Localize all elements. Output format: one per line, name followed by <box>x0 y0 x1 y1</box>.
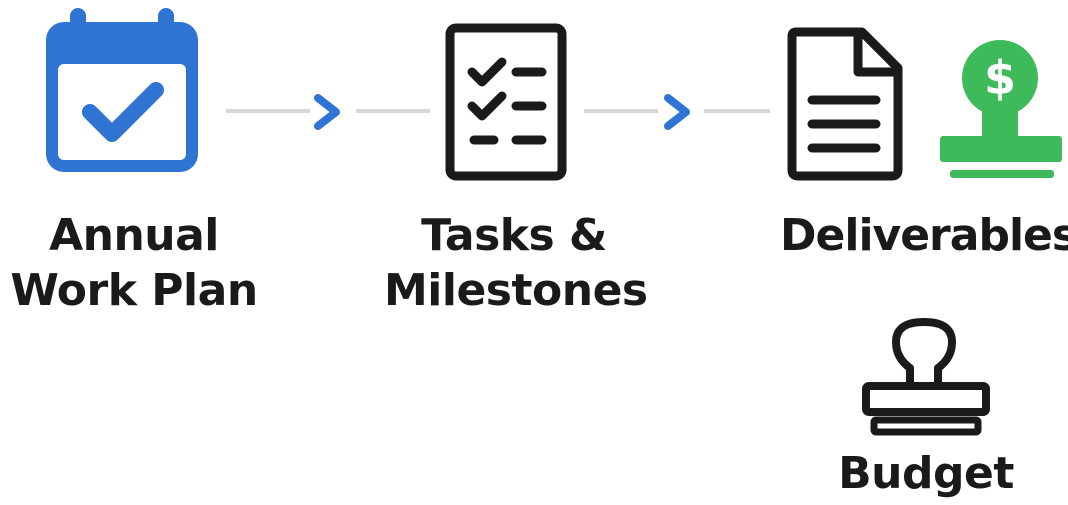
checklist-icon <box>445 23 567 181</box>
step-label-tasks-milestones: Tasks & Milestones <box>384 208 648 318</box>
chevron-right-icon <box>314 94 340 130</box>
label-line: Tasks & <box>421 210 607 261</box>
budget-label: Budget <box>826 446 1026 501</box>
label-line: Annual <box>49 210 219 261</box>
dollar-stamp-icon: $ <box>940 40 1062 178</box>
label-line: Work Plan <box>10 265 258 316</box>
svg-text:$: $ <box>984 51 1016 105</box>
step-label-annual-work-plan: Annual Work Plan <box>6 208 262 318</box>
label-line: Budget <box>838 448 1014 499</box>
connector-line <box>584 109 658 113</box>
step-label-deliverables: Deliverables <box>780 208 1068 263</box>
calendar-check-icon <box>46 8 198 172</box>
label-line: Milestones <box>384 265 648 316</box>
document-icon <box>787 27 903 181</box>
label-line: Deliverables <box>780 210 1068 261</box>
connector-line <box>226 109 310 113</box>
chevron-right-icon <box>664 94 690 130</box>
connector-line <box>356 109 430 113</box>
stamp-icon <box>862 318 990 436</box>
connector-line <box>704 109 770 113</box>
